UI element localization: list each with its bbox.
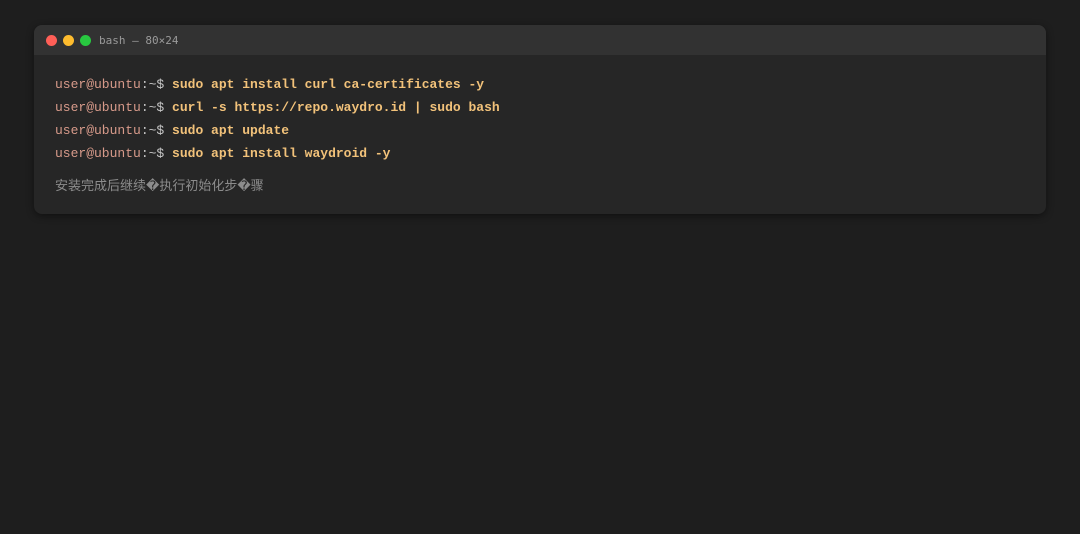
prompt-user-host: user@ubuntu bbox=[55, 100, 141, 115]
terminal-window[interactable]: bash — 80×24 user@ubuntu:~$ sudo apt ins… bbox=[34, 25, 1046, 214]
status-note: 安装完成后继续�执行初始化步�骤 bbox=[55, 179, 264, 194]
window-title: bash — 80×24 bbox=[99, 33, 179, 47]
zoom-window-button[interactable] bbox=[80, 34, 91, 46]
command-text: sudo apt install curl ca-certificates -y bbox=[172, 77, 485, 92]
terminal-line: user@ubuntu:~$ sudo apt install waydroid… bbox=[55, 142, 1046, 165]
prompt-user-host: user@ubuntu bbox=[55, 77, 141, 92]
command-text: curl -s https://repo.waydro.id | sudo ba… bbox=[172, 100, 500, 115]
command-text: sudo apt install waydroid -y bbox=[172, 146, 391, 161]
terminal-output[interactable]: user@ubuntu:~$ sudo apt install curl ca-… bbox=[34, 55, 1046, 198]
close-window-button[interactable] bbox=[46, 34, 57, 46]
prompt-user-host: user@ubuntu bbox=[55, 146, 141, 161]
prompt-path: :~$ bbox=[140, 123, 173, 138]
prompt-path: :~$ bbox=[140, 100, 173, 115]
terminal-line: user@ubuntu:~$ sudo apt install curl ca-… bbox=[55, 73, 1046, 96]
prompt-user-host: user@ubuntu bbox=[55, 123, 141, 138]
terminal-line: user@ubuntu:~$ curl -s https://repo.wayd… bbox=[55, 96, 1046, 119]
prompt-path: :~$ bbox=[140, 146, 173, 161]
prompt-path: :~$ bbox=[140, 77, 173, 92]
title-bar[interactable]: bash — 80×24 bbox=[34, 25, 1046, 55]
command-text: sudo apt update bbox=[172, 123, 290, 138]
terminal-line: user@ubuntu:~$ sudo apt update bbox=[55, 119, 1046, 142]
minimize-window-button[interactable] bbox=[63, 34, 74, 46]
